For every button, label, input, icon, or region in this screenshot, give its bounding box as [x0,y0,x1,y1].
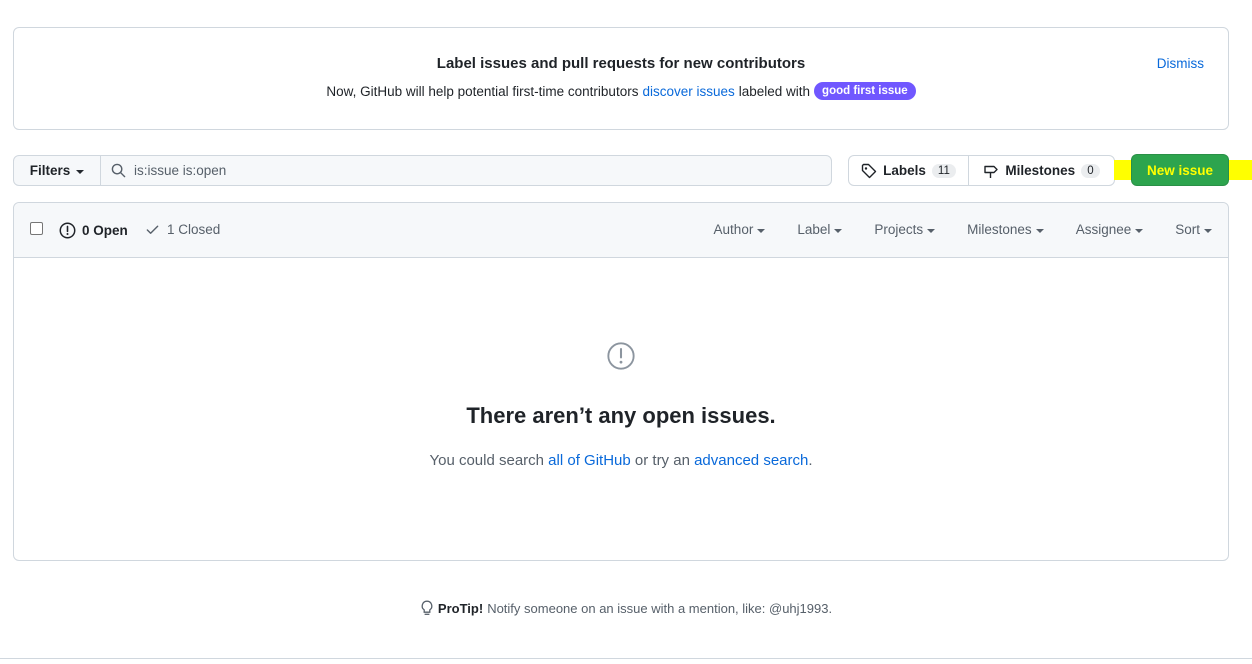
light-bulb-icon [421,600,433,615]
good-first-issue-label[interactable]: good first issue [814,82,916,100]
protip: ProTip! Notify someone on an issue with … [0,600,1252,616]
projects-filter-label: Projects [874,222,924,237]
search-input[interactable] [134,163,814,178]
labels-label: Labels [883,163,926,178]
new-contributors-banner: Label issues and pull requests for new c… [13,27,1229,130]
closed-issues-label: 1 Closed [167,222,221,237]
milestones-label: Milestones [1005,163,1076,178]
milestones-count: 0 [1081,163,1100,178]
select-all-checkbox[interactable] [30,222,43,235]
footer-divider [0,658,1252,659]
advanced-search-link[interactable]: advanced search [694,452,808,469]
chevron-down-icon [757,228,766,233]
chevron-down-icon [927,228,936,233]
check-icon [146,225,159,234]
filters-label: Filters [29,163,71,178]
milestones-button[interactable]: Milestones 0 [968,155,1115,186]
open-issues-label: 0 Open [82,223,128,238]
chevron-down-icon [1204,228,1212,233]
chevron-down-icon [1035,228,1044,233]
milestones-filter[interactable]: Milestones [967,222,1044,237]
open-issues-tab[interactable]: 0 Open [59,222,128,239]
label-filter-label: Label [797,222,831,237]
projects-filter[interactable]: Projects [874,222,936,237]
blank-text-end: . [808,452,813,469]
search-icon [111,163,126,178]
issue-open-icon [607,342,635,370]
labels-button[interactable]: Labels 11 [848,155,969,186]
issues-header: 0 Open 1 Closed Author Label Projects Mi… [14,203,1228,258]
labels-count: 11 [931,163,956,178]
milestones-filter-label: Milestones [967,222,1032,237]
sort-filter[interactable]: Sort [1175,222,1212,237]
chevron-down-icon [834,228,843,233]
blank-text-mid: or try an [634,452,690,469]
issue-open-icon [59,222,76,239]
protip-strong: ProTip! [437,600,484,616]
sort-filter-label: Sort [1175,222,1200,237]
milestone-icon [984,165,999,178]
banner-description: Now, GitHub will help potential first-ti… [14,82,1228,100]
discover-issues-link[interactable]: discover issues [642,84,734,99]
author-filter-label: Author [713,222,754,237]
blank-text-before: You could search [429,452,544,469]
tag-icon [861,163,877,178]
issues-list: 0 Open 1 Closed Author Label Projects Mi… [13,202,1229,561]
author-filter[interactable]: Author [714,222,766,237]
all-of-github-link[interactable]: all of GitHub [548,452,631,469]
banner-text-after: labeled with [738,83,811,99]
blank-slate-text: You could search all of GitHub or try an… [14,452,1228,469]
banner-text-before: Now, GitHub will help potential first-ti… [326,83,639,99]
blank-slate: There aren’t any open issues. You could … [14,259,1228,560]
closed-issues-tab[interactable]: 1 Closed [145,222,220,237]
blank-slate-title: There aren’t any open issues. [466,403,776,428]
protip-text: Notify someone on an issue with a mentio… [487,600,833,616]
dismiss-button[interactable]: Dismiss [1157,56,1204,71]
filter-menus: Author Label Projects Milestones Assigne… [682,222,1212,237]
assignee-filter-label: Assignee [1075,222,1132,237]
filters-dropdown[interactable]: Filters [13,155,101,186]
banner-title: Label issues and pull requests for new c… [436,55,806,72]
label-filter[interactable]: Label [797,222,843,237]
chevron-down-icon [76,169,85,174]
assignee-filter[interactable]: Assignee [1076,222,1144,237]
new-issue-button[interactable]: New issue [1131,154,1229,186]
issues-search [100,155,832,186]
chevron-down-icon [1135,228,1144,233]
